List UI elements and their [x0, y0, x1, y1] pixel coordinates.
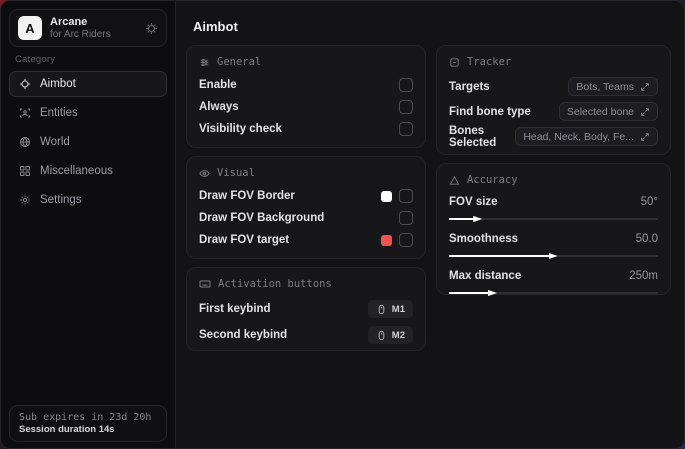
category-label: Category	[15, 54, 55, 65]
visual-card: Visual Draw FOV Border Draw FOV Backgrou…	[186, 156, 426, 259]
setting-row-visibility-check: Visibility check	[199, 118, 413, 140]
enable-checkbox[interactable]	[399, 78, 413, 92]
sync-settings-icon[interactable]	[145, 22, 158, 35]
card-title: Accuracy	[467, 174, 518, 186]
card-title: General	[217, 56, 261, 68]
sub-expiry-text: Sub expires in 23d 20h	[19, 412, 157, 423]
session-duration-text: Session duration 14s	[19, 424, 157, 435]
page-title: Aimbot	[193, 19, 238, 34]
setting-row-fov-background: Draw FOV Background	[199, 207, 413, 229]
sidebar-item-world[interactable]: World	[9, 129, 167, 155]
fov-target-checkbox[interactable]	[399, 233, 413, 247]
sidebar-item-label: World	[40, 136, 70, 148]
sidebar-nav: Aimbot Entities World	[9, 71, 167, 216]
globe-icon	[19, 136, 31, 148]
mouse-icon	[376, 304, 387, 315]
card-title: Visual	[217, 167, 255, 179]
first-keybind-button[interactable]: M1	[368, 300, 413, 318]
general-card: General Enable Always Visibility check	[186, 45, 426, 148]
expand-icon	[640, 107, 650, 117]
setting-row-fov-size: FOV size 50°	[449, 192, 658, 220]
sidebar-item-miscellaneous[interactable]: Miscellaneous	[9, 158, 167, 184]
card-title: Tracker	[467, 56, 511, 68]
second-keybind-button[interactable]: M2	[368, 326, 413, 344]
fov-background-checkbox[interactable]	[399, 211, 413, 225]
setting-row-fov-border: Draw FOV Border	[199, 185, 413, 207]
visibility-check-checkbox[interactable]	[399, 122, 413, 136]
sidebar-item-entities[interactable]: Entities	[9, 100, 167, 126]
setting-row-find-bone-type: Find bone type Selected bone	[449, 99, 658, 124]
main-content: Aimbot General Enable Always Visibili	[176, 1, 684, 448]
keyboard-icon	[199, 278, 211, 290]
setting-row-first-keybind: First keybind M1	[199, 296, 413, 322]
app-window: A Arcane for Arc Riders Category	[0, 0, 685, 449]
sliders-icon	[199, 57, 210, 68]
card-title: Activation buttons	[218, 278, 332, 290]
max-distance-slider[interactable]	[449, 292, 658, 294]
entities-icon	[19, 107, 31, 119]
sidebar-item-label: Settings	[40, 194, 82, 206]
setting-row-fov-target: Draw FOV target	[199, 229, 413, 251]
setting-row-smoothness: Smoothness 50.0	[449, 229, 658, 257]
expand-icon	[640, 132, 650, 142]
fov-size-slider[interactable]	[449, 218, 658, 220]
tracker-card: Tracker Targets Bots, Teams Find bone ty…	[436, 45, 671, 155]
brand-subtitle: for Arc Riders	[50, 29, 137, 41]
sidebar-item-aimbot[interactable]: Aimbot	[9, 71, 167, 97]
setting-row-always: Always	[199, 96, 413, 118]
accuracy-card: Accuracy FOV size 50° Smoothness 50.0	[436, 163, 671, 295]
fov-size-value: 50°	[641, 196, 658, 208]
find-bone-type-select[interactable]: Selected bone	[559, 102, 658, 121]
sidebar-item-settings[interactable]: Settings	[9, 187, 167, 213]
sidebar: A Arcane for Arc Riders Category	[1, 1, 176, 448]
fov-border-color-swatch[interactable]	[381, 191, 392, 202]
triangle-icon	[449, 175, 460, 186]
setting-row-second-keybind: Second keybind M2	[199, 322, 413, 348]
smoothness-value: 50.0	[636, 233, 658, 245]
fov-target-color-swatch[interactable]	[381, 235, 392, 246]
subscription-info-box: Sub expires in 23d 20h Session duration …	[9, 405, 167, 442]
smoothness-slider[interactable]	[449, 255, 658, 257]
sidebar-item-label: Entities	[40, 107, 78, 119]
brand-name: Arcane	[50, 16, 137, 29]
crosshair-icon	[19, 78, 31, 90]
bones-selected-select[interactable]: Head, Neck, Body, Fe...	[515, 127, 658, 146]
max-distance-value: 250m	[629, 270, 658, 282]
setting-row-bones-selected: Bones Selected Head, Neck, Body, Fe...	[449, 124, 658, 149]
slider-handle[interactable]	[488, 289, 497, 298]
grid-icon	[19, 165, 31, 177]
activation-buttons-card: Activation buttons First keybind M1 Seco…	[186, 267, 426, 351]
brand-card: A Arcane for Arc Riders	[9, 9, 167, 47]
targets-select[interactable]: Bots, Teams	[568, 77, 658, 96]
scan-minus-icon	[449, 57, 460, 68]
gear-icon	[19, 194, 31, 206]
always-checkbox[interactable]	[399, 100, 413, 114]
slider-handle[interactable]	[549, 252, 558, 261]
setting-row-max-distance: Max distance 250m	[449, 266, 658, 294]
expand-icon	[640, 82, 650, 92]
slider-handle[interactable]	[473, 215, 482, 224]
fov-border-checkbox[interactable]	[399, 189, 413, 203]
setting-row-enable: Enable	[199, 74, 413, 96]
setting-row-targets: Targets Bots, Teams	[449, 74, 658, 99]
sidebar-item-label: Miscellaneous	[40, 165, 113, 177]
mouse-icon	[376, 330, 387, 341]
eye-icon	[199, 168, 210, 179]
sidebar-item-label: Aimbot	[40, 78, 76, 90]
brand-logo: A	[18, 16, 42, 40]
